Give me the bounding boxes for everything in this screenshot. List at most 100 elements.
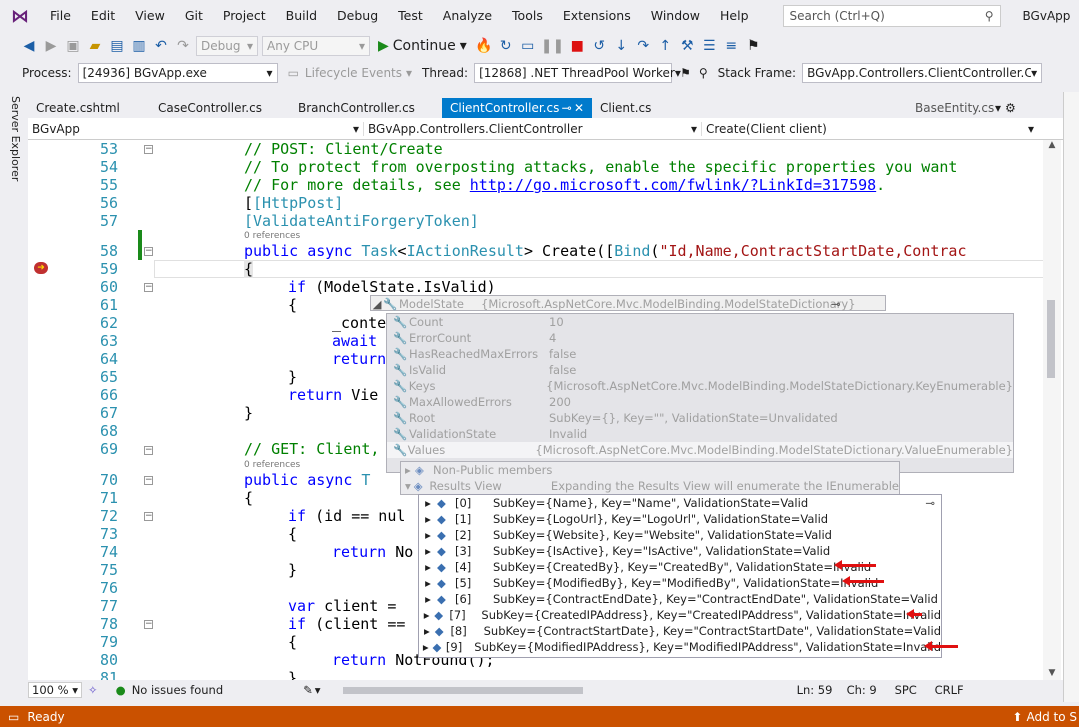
pin-icon[interactable]: ⊸ [925, 496, 941, 510]
forward-icon[interactable]: ▶ [42, 36, 60, 56]
expand-icon[interactable]: ▸ [419, 624, 435, 638]
menu-test[interactable]: Test [388, 0, 433, 32]
menu-build[interactable]: Build [276, 0, 327, 32]
expand-icon[interactable]: ▸ [419, 576, 437, 590]
menu-window[interactable]: Window [641, 0, 710, 32]
member-select[interactable]: Create(Client client) ▾ [702, 122, 1038, 136]
step-into-icon[interactable]: ↓ [612, 36, 630, 56]
expand-icon[interactable]: ▸ [419, 528, 437, 542]
search-input[interactable]: Search (Ctrl+Q) ⚲ [782, 5, 1001, 27]
tab-client-cs[interactable]: Client.cs [592, 98, 682, 118]
collapse-icon[interactable]: − [144, 446, 153, 455]
tab-branch-controller[interactable]: BranchController.cs [290, 98, 442, 118]
platform-select[interactable]: Any CPU ▾ [262, 36, 370, 56]
expand-icon[interactable]: ◢ [371, 297, 383, 311]
list-item[interactable]: ▸ ◆ [0] SubKey={Name}, Key="Name", Validati… [419, 495, 941, 511]
datatip-row[interactable]: ◢ 🔧 ModelState {Microsoft.AspNetCore.Mvc… [371, 296, 885, 312]
menu-git[interactable]: Git [175, 0, 213, 32]
tab-client-controller[interactable]: ClientController.cs ⊸ ✕ [442, 98, 592, 118]
scroll-up-icon[interactable]: ▲ [1043, 140, 1061, 150]
next-statement-icon[interactable]: ➜ [34, 262, 48, 274]
collapse-icon[interactable]: − [144, 247, 153, 256]
pause-icon[interactable]: ❚❚ [541, 36, 564, 56]
datatip-row[interactable]: ▸ ◈ Non-Public members [401, 462, 899, 478]
list-item[interactable]: ▸ ◆ [7] SubKey={CreatedIPAddress}, Key="Cre… [419, 607, 941, 623]
collapse-icon[interactable]: − [144, 283, 153, 292]
datatip-row[interactable]: 🔧 IsValid false [387, 362, 1013, 378]
expand-icon[interactable]: ▸ [401, 463, 415, 477]
step-over-icon[interactable]: ↷ [634, 36, 652, 56]
list-item[interactable]: ▸ ◆ [1] SubKey={LogoUrl}, Key="LogoUrl", Va… [419, 511, 941, 527]
menu-help[interactable]: Help [710, 0, 759, 32]
pin-icon[interactable]: ⊸ [831, 297, 841, 311]
brush-icon[interactable]: ✎ [303, 683, 313, 697]
tab-case-controller[interactable]: CaseController.cs [150, 98, 290, 118]
stop-icon[interactable]: ■ [568, 36, 586, 56]
collapse-icon[interactable]: − [144, 620, 153, 629]
expand-icon[interactable]: ▸ [419, 592, 437, 606]
class-select[interactable]: BGvApp.Controllers.ClientController ▾ [364, 121, 702, 136]
expand-icon[interactable]: ▾ [401, 479, 414, 493]
line-ending[interactable]: CRLF [935, 683, 969, 697]
tab-base-entity[interactable]: BaseEntity.cs [907, 98, 994, 118]
scroll-thumb[interactable] [1047, 300, 1055, 378]
scroll-thumb[interactable] [342, 687, 583, 694]
close-icon[interactable]: ✕ [574, 101, 584, 115]
tab-create-cshtml[interactable]: Create.cshtml [28, 98, 150, 118]
expand-icon[interactable]: ▸ [419, 544, 437, 558]
refresh-icon[interactable]: ↻ [497, 36, 515, 56]
thread-select[interactable]: [12868] .NET ThreadPool Worker ▾ [474, 63, 681, 83]
datatip-row[interactable]: 🔧 ValidationState Invalid [387, 426, 1013, 442]
list-item[interactable]: ▸ ◆ [2] SubKey={Website}, Key="Website", Va… [419, 527, 941, 543]
add-to-source-control[interactable]: Add to S [1026, 710, 1079, 724]
menu-extensions[interactable]: Extensions [553, 0, 641, 32]
list-item[interactable]: ▸ ◆ [4] SubKey={CreatedBy}, Key="CreatedBy"… [419, 559, 941, 575]
process-select[interactable]: [24936] BGvApp.exe ▾ [77, 63, 278, 83]
pin-icon[interactable]: ⊸ [562, 101, 572, 115]
project-select[interactable]: BGvApp ▾ [28, 121, 364, 136]
menu-project[interactable]: Project [213, 0, 276, 32]
list-item[interactable]: ▸ ◆ [5] SubKey={ModifiedBy}, Key="ModifiedB… [419, 575, 941, 591]
continue-button[interactable]: ▶ Continue ▾ [374, 36, 471, 56]
browser-icon[interactable]: ▭ [519, 36, 537, 56]
flag-icon[interactable]: ⚑ [680, 66, 691, 80]
lifecycle-events[interactable]: Lifecycle Events [305, 66, 402, 80]
list-item[interactable]: ▸ ◆ [3] SubKey={IsActive}, Key="IsActive", … [419, 543, 941, 559]
menu-file[interactable]: File [40, 0, 81, 32]
menu-view[interactable]: View [125, 0, 175, 32]
horizontal-scrollbar[interactable] [337, 685, 837, 695]
hex-icon[interactable]: ⚒ [678, 36, 696, 56]
datatip-row[interactable]: 🔧 ErrorCount 4 [387, 330, 1013, 346]
datatip-row[interactable]: 🔧 Count 10 [387, 314, 1013, 330]
scroll-down-icon[interactable]: ▼ [1043, 668, 1061, 678]
code-lens-refs[interactable]: 0 references [244, 231, 300, 241]
zoom-select[interactable]: 100 % ▾ [28, 682, 82, 698]
list-item[interactable]: ▸ ◆ [8] SubKey={ContractStartDate}, Key="Co… [419, 623, 941, 639]
open-folder-icon[interactable]: ▰ [86, 36, 104, 56]
collapse-icon[interactable]: − [144, 145, 153, 154]
step-out-icon[interactable]: ↑ [656, 36, 674, 56]
stack-frame-select[interactable]: BGvApp.Controllers.ClientController.Crea… [802, 63, 1043, 83]
format-icon[interactable]: ☰ [700, 36, 718, 56]
undo-icon[interactable]: ↶ [152, 36, 170, 56]
datatip-row[interactable]: 🔧 Values {Microsoft.AspNetCore.Mvc.ModelBi… [387, 442, 1013, 458]
comment-icon[interactable]: ≡ [722, 36, 740, 56]
collapse-icon[interactable]: − [144, 512, 153, 521]
list-item[interactable]: ▸ ◆ [6] SubKey={ContractEndDate}, Key="Cont… [419, 591, 941, 607]
tab-overflow-icon[interactable]: ▾ [993, 98, 1003, 118]
list-item[interactable]: ▸ ◆ [9] SubKey={ModifiedIPAddress}, Key="Mo… [419, 639, 941, 655]
bookmark-icon[interactable]: ⚑ [744, 36, 762, 56]
issues-status[interactable]: No issues found [132, 683, 223, 697]
hot-reload-icon[interactable]: 🔥 [475, 36, 493, 56]
save-all-icon[interactable]: ▥ [130, 36, 148, 56]
datatip-row[interactable]: 🔧 Keys {Microsoft.AspNetCore.Mvc.ModelBind… [387, 378, 1013, 394]
menu-tools[interactable]: Tools [502, 0, 553, 32]
expand-icon[interactable]: ▸ [419, 496, 437, 510]
whitespace-mode[interactable]: SPC [895, 683, 935, 697]
expand-icon[interactable]: ▸ [419, 560, 437, 574]
save-icon[interactable]: ▤ [108, 36, 126, 56]
datatip-row[interactable]: ▾ ◈ Results View Expanding the Results View… [401, 478, 899, 494]
fwlink-link[interactable]: http://go.microsoft.com/fwlink/?LinkId=3… [470, 176, 876, 194]
redo-icon[interactable]: ↷ [174, 36, 192, 56]
settings-icon[interactable]: ⚙ [1003, 98, 1018, 118]
